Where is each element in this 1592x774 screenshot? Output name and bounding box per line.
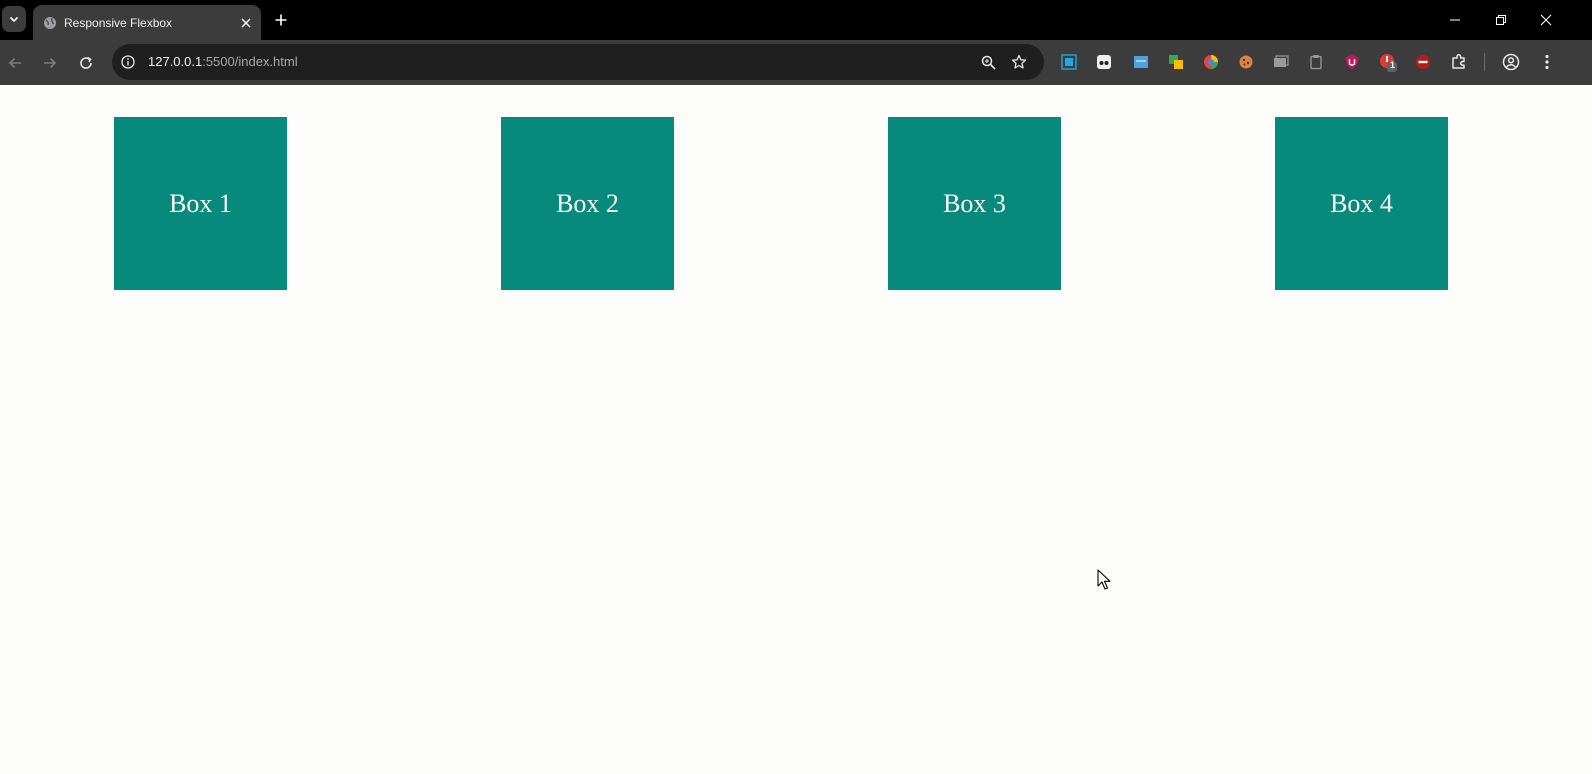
box-label: Box 1	[169, 188, 232, 218]
dark-reader-extension-icon[interactable]	[1094, 52, 1114, 72]
minimize-button[interactable]	[1443, 8, 1467, 32]
wappalyzer-extension-icon[interactable]	[1131, 52, 1151, 72]
google-keep-extension-icon[interactable]	[1166, 52, 1186, 72]
extension-badge-count: 1	[1390, 60, 1396, 70]
profile-avatar-icon[interactable]	[1501, 52, 1521, 72]
clipboard-extension-icon[interactable]	[1306, 52, 1326, 72]
blocker-extension-icon[interactable]	[1413, 52, 1433, 72]
box-4: Box 4	[1275, 117, 1448, 290]
globe-icon	[42, 15, 58, 31]
chevron-down-icon	[9, 16, 19, 23]
address-bar[interactable]: 127.0.0.1:5500/index.html	[112, 44, 1044, 80]
arrow-right-icon	[44, 57, 57, 69]
tab-title: Responsive Flexbox	[64, 15, 173, 30]
box-label: Box 4	[1330, 188, 1393, 218]
close-tab-icon[interactable]	[236, 13, 256, 33]
tab-strip: Responsive Flexbox	[0, 0, 1592, 40]
more-menu-icon[interactable]	[1537, 52, 1557, 72]
url-text[interactable]: 127.0.0.1:5500/index.html	[148, 54, 298, 69]
cookie-extension-icon[interactable]	[1236, 52, 1256, 72]
box-1: Box 1	[114, 117, 287, 290]
box-label: Box 3	[943, 188, 1006, 218]
box-label: Box 2	[556, 188, 619, 218]
back-button[interactable]	[2, 50, 28, 76]
restore-button[interactable]	[1489, 8, 1513, 32]
close-window-button[interactable]	[1534, 8, 1558, 32]
extensions-puzzle-icon[interactable]	[1449, 52, 1469, 72]
url-path: :5500/index.html	[202, 54, 298, 69]
arrow-left-icon	[8, 57, 21, 69]
new-tab-button[interactable]	[269, 9, 293, 31]
restore-icon	[1496, 15, 1506, 25]
bookmark-star-icon[interactable]	[1009, 52, 1029, 72]
toolbar-divider	[1484, 53, 1485, 71]
site-info-icon[interactable]	[118, 52, 138, 72]
screen-capture-extension-icon[interactable]	[1059, 52, 1079, 72]
reload-button[interactable]	[73, 50, 99, 76]
color-picker-extension-icon[interactable]	[1201, 52, 1221, 72]
forward-button[interactable]	[37, 50, 63, 76]
browser-toolbar: 127.0.0.1:5500/index.html 1	[0, 40, 1592, 85]
page-viewport: Box 1 Box 2 Box 3 Box 4	[0, 85, 1592, 774]
box-3: Box 3	[888, 117, 1061, 290]
url-host: 127.0.0.1	[148, 54, 203, 69]
ublock-extension-icon[interactable]	[1342, 52, 1362, 72]
box-2: Box 2	[501, 117, 674, 290]
tab-search-button[interactable]	[2, 6, 26, 32]
notification-extension-icon[interactable]: 1	[1378, 52, 1398, 72]
plus-icon	[275, 14, 287, 26]
minimize-icon	[1450, 19, 1460, 21]
mouse-cursor-icon	[1097, 569, 1111, 590]
zoom-icon[interactable]	[978, 52, 998, 72]
active-tab[interactable]: Responsive Flexbox	[33, 5, 261, 40]
reload-icon	[80, 56, 92, 69]
close-icon	[1540, 14, 1552, 26]
tab-manager-extension-icon[interactable]	[1271, 52, 1291, 72]
